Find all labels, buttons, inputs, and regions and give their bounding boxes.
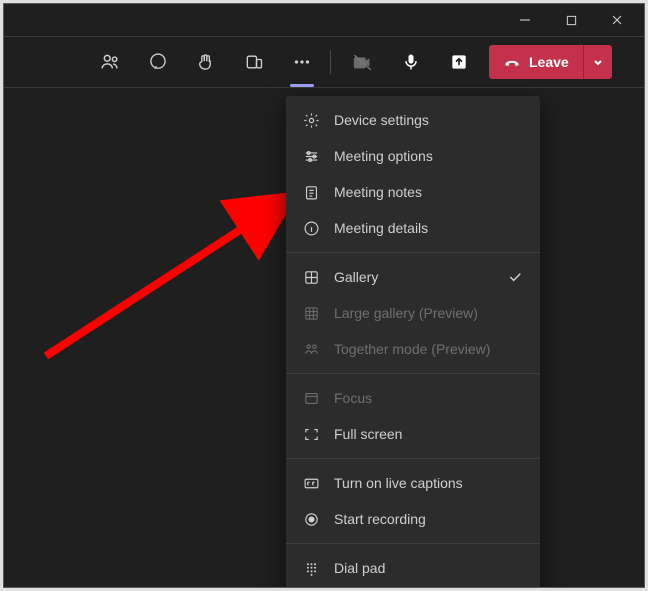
people-icon: [99, 51, 121, 73]
menu-item-device-settings[interactable]: Device settings: [286, 102, 540, 138]
titlebar: [4, 4, 644, 36]
menu-label: Full screen: [334, 426, 524, 442]
share-icon: [449, 52, 469, 72]
captions-icon: [302, 474, 320, 492]
sliders-icon: [302, 147, 320, 165]
camera-button[interactable]: [339, 38, 387, 86]
menu-label: Meeting options: [334, 148, 524, 164]
app-window: Leave Device settings: [3, 3, 645, 588]
leave-dropdown-button[interactable]: [584, 45, 612, 79]
together-icon: [302, 340, 320, 358]
leave-split-button: Leave: [489, 45, 612, 79]
more-actions-menu: Device settings Meeting options Meeting …: [286, 96, 540, 588]
menu-label: Large gallery (Preview): [334, 305, 524, 321]
minimize-icon: [519, 14, 531, 26]
menu-separator: [286, 252, 540, 253]
menu-separator: [286, 373, 540, 374]
mic-icon: [401, 52, 421, 72]
menu-item-meeting-notes[interactable]: Meeting notes: [286, 174, 540, 210]
menu-separator: [286, 458, 540, 459]
gallery-icon: [302, 268, 320, 286]
dialpad-icon: [302, 559, 320, 577]
share-button[interactable]: [435, 38, 483, 86]
menu-item-large-gallery: Large gallery (Preview): [286, 295, 540, 331]
menu-label: Focus: [334, 390, 524, 406]
chevron-down-icon: [592, 56, 604, 68]
gear-icon: [302, 111, 320, 129]
hangup-icon: [503, 53, 521, 71]
menu-item-meeting-options[interactable]: Meeting options: [286, 138, 540, 174]
annotation-arrow: [26, 186, 326, 386]
chat-button[interactable]: [134, 38, 182, 86]
maximize-icon: [566, 15, 577, 26]
meeting-content: Device settings Meeting options Meeting …: [4, 88, 644, 587]
menu-item-full-screen[interactable]: Full screen: [286, 416, 540, 452]
record-icon: [302, 510, 320, 528]
more-icon: [291, 51, 313, 73]
leave-button[interactable]: Leave: [489, 45, 584, 79]
menu-label: Meeting notes: [334, 184, 524, 200]
more-actions-button[interactable]: [278, 38, 326, 86]
rooms-button[interactable]: [230, 38, 278, 86]
raise-hand-icon: [196, 52, 216, 72]
menu-label: Dial pad: [334, 560, 524, 576]
checkmark-icon: [506, 269, 524, 285]
menu-label: Together mode (Preview): [334, 341, 524, 357]
meeting-toolbar: Leave: [4, 36, 644, 88]
toolbar-separator: [330, 50, 331, 74]
fullscreen-icon: [302, 425, 320, 443]
chat-icon: [148, 52, 168, 72]
maximize-button[interactable]: [548, 6, 594, 34]
info-icon: [302, 219, 320, 237]
focus-icon: [302, 389, 320, 407]
leave-label: Leave: [529, 54, 569, 70]
menu-label: Turn on live captions: [334, 475, 524, 491]
close-icon: [611, 14, 623, 26]
menu-item-live-captions[interactable]: Turn on live captions: [286, 465, 540, 501]
participants-button[interactable]: [86, 38, 134, 86]
menu-item-gallery[interactable]: Gallery: [286, 259, 540, 295]
rooms-icon: [244, 52, 264, 72]
reactions-button[interactable]: [182, 38, 230, 86]
menu-label: Meeting details: [334, 220, 524, 236]
menu-item-start-recording[interactable]: Start recording: [286, 501, 540, 537]
menu-label: Device settings: [334, 112, 524, 128]
menu-item-meeting-details[interactable]: Meeting details: [286, 210, 540, 246]
menu-label: Gallery: [334, 269, 492, 285]
notes-icon: [302, 183, 320, 201]
menu-separator: [286, 543, 540, 544]
camera-off-icon: [352, 51, 374, 73]
large-gallery-icon: [302, 304, 320, 322]
close-button[interactable]: [594, 6, 640, 34]
mic-button[interactable]: [387, 38, 435, 86]
menu-item-dial-pad[interactable]: Dial pad: [286, 550, 540, 586]
menu-item-focus: Focus: [286, 380, 540, 416]
menu-label: Start recording: [334, 511, 524, 527]
menu-item-together-mode: Together mode (Preview): [286, 331, 540, 367]
minimize-button[interactable]: [502, 6, 548, 34]
menu-item-turn-off-incoming-video[interactable]: Turn off incoming video: [286, 586, 540, 588]
